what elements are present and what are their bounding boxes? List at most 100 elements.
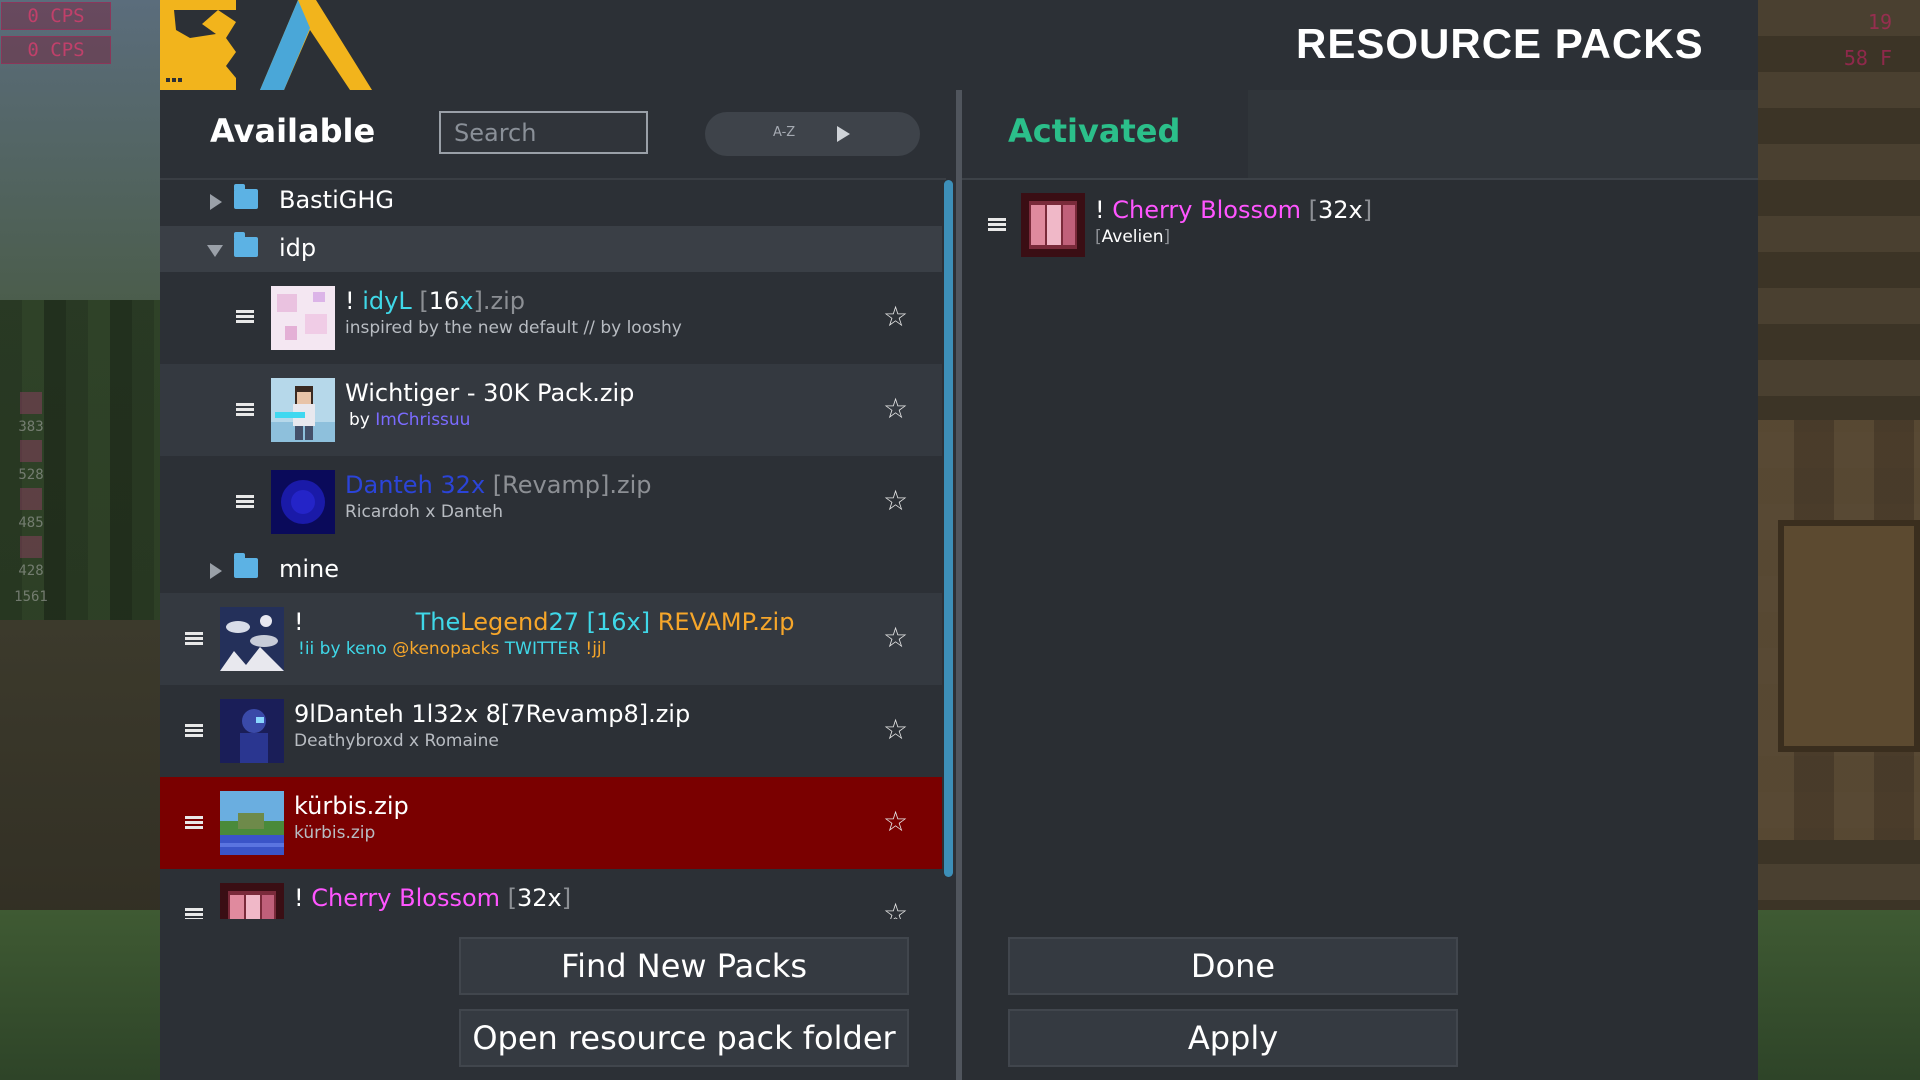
pack-name: 9lDanteh 1l32x 8[7Revamp8].zip bbox=[294, 700, 691, 728]
pack-resolution: [16x] bbox=[578, 608, 651, 636]
done-button[interactable]: Done bbox=[1008, 937, 1458, 995]
pack-description: [Avelien] bbox=[1095, 227, 1170, 247]
pack-thumbnail bbox=[220, 699, 284, 763]
pack-thumbnail bbox=[1021, 193, 1085, 257]
pack-name-rest: [Revamp].zip bbox=[485, 471, 652, 499]
apply-button[interactable]: Apply bbox=[1008, 1009, 1458, 1067]
armor-stat: 383 bbox=[18, 419, 44, 435]
open-folder-button[interactable]: Open resource pack folder bbox=[459, 1009, 909, 1067]
pack-desc-part: !ii bbox=[298, 639, 315, 659]
pack-name-main: Danteh 32x bbox=[345, 471, 486, 499]
star-icon[interactable]: ☆ bbox=[883, 716, 908, 744]
folder-idp[interactable]: idp bbox=[160, 226, 942, 272]
hud-right-value: 19 bbox=[1867, 10, 1892, 34]
chestplate-icon bbox=[20, 440, 42, 462]
star-icon[interactable]: ☆ bbox=[883, 395, 908, 423]
pack-thumbnail bbox=[271, 286, 335, 350]
folder-label: mine bbox=[279, 555, 340, 583]
pack-thumbnail bbox=[220, 791, 284, 855]
pack-row-cherry-blossom[interactable]: ! Cherry Blossom [32x] ☆ bbox=[160, 869, 942, 919]
folder-open-icon bbox=[234, 232, 258, 257]
pack-name-main: Cherry Blossom bbox=[1112, 196, 1302, 224]
expand-arrow-icon[interactable] bbox=[210, 194, 222, 210]
hamburger-icon[interactable] bbox=[185, 908, 203, 919]
pack-row-wichtiger[interactable]: Wichtiger - 30K Pack.zip by ImChrissuu ☆ bbox=[160, 364, 942, 456]
hamburger-icon[interactable] bbox=[236, 495, 254, 509]
helmet-icon bbox=[20, 392, 42, 414]
pack-name: Danteh 32x [Revamp].zip bbox=[345, 471, 652, 499]
sort-play-icon[interactable] bbox=[837, 126, 850, 142]
armor-stat: 485 bbox=[18, 515, 44, 531]
folder-icon bbox=[234, 553, 258, 578]
armor-stat: 528 bbox=[18, 467, 44, 483]
hamburger-icon[interactable] bbox=[185, 816, 203, 830]
star-icon[interactable]: ☆ bbox=[883, 487, 908, 515]
pack-by-label: by bbox=[349, 410, 376, 430]
cps-counter-top: 0 CPS bbox=[1, 2, 111, 30]
pack-thumbnail bbox=[271, 470, 335, 534]
star-icon[interactable]: ☆ bbox=[883, 808, 908, 836]
pack-name-bracket: [ bbox=[1301, 196, 1319, 224]
hamburger-icon[interactable] bbox=[185, 632, 203, 646]
sort-label: A-Z bbox=[773, 125, 796, 140]
pack-desc-bracket: ] bbox=[1163, 227, 1171, 247]
pack-resolution-x: x bbox=[459, 287, 474, 315]
client-logo bbox=[160, 0, 372, 90]
pack-description: inspired by the new default // by looshy bbox=[345, 318, 682, 338]
sort-toggle[interactable]: A-Z bbox=[705, 112, 920, 156]
star-icon[interactable]: ☆ bbox=[883, 900, 908, 920]
hamburger-icon[interactable] bbox=[236, 310, 254, 324]
pack-desc-part: by keno bbox=[314, 639, 393, 659]
hamburger-icon[interactable] bbox=[185, 724, 203, 738]
find-new-packs-button[interactable]: Find New Packs bbox=[459, 937, 909, 995]
search-input[interactable] bbox=[439, 111, 648, 154]
hamburger-icon[interactable] bbox=[236, 403, 254, 417]
leggings-icon bbox=[20, 488, 42, 510]
armor-stat: 1561 bbox=[14, 589, 48, 605]
pack-row-danteh[interactable]: Danteh 32x [Revamp].zip Ricardoh x Dante… bbox=[160, 456, 942, 548]
folder-icon bbox=[234, 184, 258, 209]
pack-name-prefix: ! bbox=[1095, 196, 1113, 224]
pack-name: Wichtiger - 30K Pack.zip bbox=[345, 379, 635, 407]
folder-mine[interactable]: mine bbox=[160, 547, 942, 593]
pack-desc-bracket: [ bbox=[1095, 227, 1102, 247]
pack-description: by ImChrissuu bbox=[349, 410, 470, 430]
pack-resolution: 32x bbox=[517, 884, 562, 912]
scrollbar-thumb[interactable] bbox=[944, 180, 953, 877]
pack-row-idyl[interactable]: ! idyL [16x].zip inspired by the new def… bbox=[160, 272, 942, 364]
folder-bastighg[interactable]: BastiGHG bbox=[160, 178, 942, 224]
activated-heading: Activated bbox=[1008, 112, 1181, 150]
pack-row-danteh-revamp[interactable]: 9lDanteh 1l32x 8[7Revamp8].zip Deathybro… bbox=[160, 685, 942, 777]
pack-extension: ].zip bbox=[473, 287, 525, 315]
pack-row-thelegend27[interactable]: ! TheLegend27 [16x] REVAMP.zip !ii by ken… bbox=[160, 593, 942, 685]
star-icon[interactable]: ☆ bbox=[883, 624, 908, 652]
pack-name: kürbis.zip bbox=[294, 792, 409, 820]
pack-name-bracket: [ bbox=[500, 884, 518, 912]
activated-pack-cherry-blossom[interactable]: ! Cherry Blossom [32x] [Avelien] bbox=[962, 190, 1758, 260]
hamburger-icon[interactable] bbox=[988, 218, 1006, 232]
pack-name-bracket: ] bbox=[561, 884, 572, 912]
pack-name-main: idyL bbox=[362, 287, 412, 315]
pack-name: ! Cherry Blossom [32x] bbox=[294, 884, 571, 912]
collapse-arrow-icon[interactable] bbox=[207, 245, 223, 257]
folder-label: BastiGHG bbox=[279, 186, 394, 214]
expand-arrow-icon[interactable] bbox=[210, 563, 222, 579]
pack-name-bracket: [ bbox=[411, 287, 429, 315]
boots-icon bbox=[20, 536, 42, 558]
pack-name-part: Legend bbox=[460, 608, 549, 636]
pack-name-prefix: ! bbox=[345, 287, 363, 315]
armor-stat: 428 bbox=[18, 563, 44, 579]
pack-name: ! Cherry Blossom [32x] bbox=[1095, 196, 1372, 224]
pack-author: Avelien bbox=[1101, 227, 1164, 247]
pack-author: ImChrissuu bbox=[375, 410, 471, 430]
pack-desc-part: TWITTER bbox=[499, 639, 586, 659]
hud-fps: 58 F bbox=[1843, 46, 1892, 70]
pack-description: Ricardoh x Danteh bbox=[345, 502, 504, 522]
star-icon[interactable]: ☆ bbox=[883, 303, 908, 331]
activated-header-separator bbox=[962, 178, 1758, 180]
pack-thumbnail bbox=[220, 607, 284, 671]
pack-name-prefix: ! bbox=[294, 608, 304, 636]
pack-name-main: Cherry Blossom bbox=[311, 884, 501, 912]
pack-row-kurbis[interactable]: kürbis.zip kürbis.zip ☆ bbox=[160, 777, 942, 869]
hud-right: 19 58 F bbox=[1782, 4, 1892, 76]
